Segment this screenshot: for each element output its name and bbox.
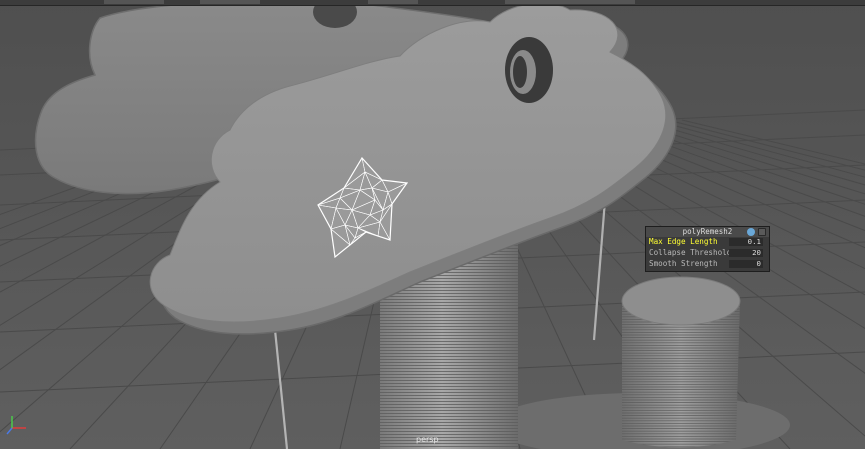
poly-remesh-hud[interactable]: polyRemesh2 Max Edge Length 0.1 Collapse… [645,226,770,272]
toolbar-strip-d[interactable] [505,0,635,4]
hud-row-label: Collapse Threshold [649,248,732,257]
camera-label: persp [416,435,439,444]
hud-row-max-edge-length[interactable]: Max Edge Length 0.1 [646,237,769,247]
hud-info-icon[interactable] [747,228,755,236]
top-toolbar [0,0,865,6]
toolbar-strip-b[interactable] [200,0,260,4]
hud-row-label: Max Edge Length [649,237,718,246]
hud-row-label: Smooth Strength [649,259,718,268]
right-cylinder [621,276,741,448]
scene-canvas[interactable] [0,0,865,449]
axis-indicator-icon [6,416,26,435]
hud-close-icon[interactable] [758,228,766,236]
toolbar-strip-a[interactable] [104,0,164,4]
hud-row-collapse-threshold[interactable]: Collapse Threshold 20 [646,248,769,258]
hud-row-value[interactable]: 0.1 [729,238,763,246]
hud-row-smooth-strength[interactable]: Smooth Strength 0 [646,259,769,269]
hud-row-value[interactable]: 20 [729,249,763,257]
toolbar-strip-c[interactable] [368,0,418,4]
3d-viewport[interactable]: polyRemesh2 Max Edge Length 0.1 Collapse… [0,0,865,449]
hud-row-value[interactable]: 0 [729,260,763,268]
